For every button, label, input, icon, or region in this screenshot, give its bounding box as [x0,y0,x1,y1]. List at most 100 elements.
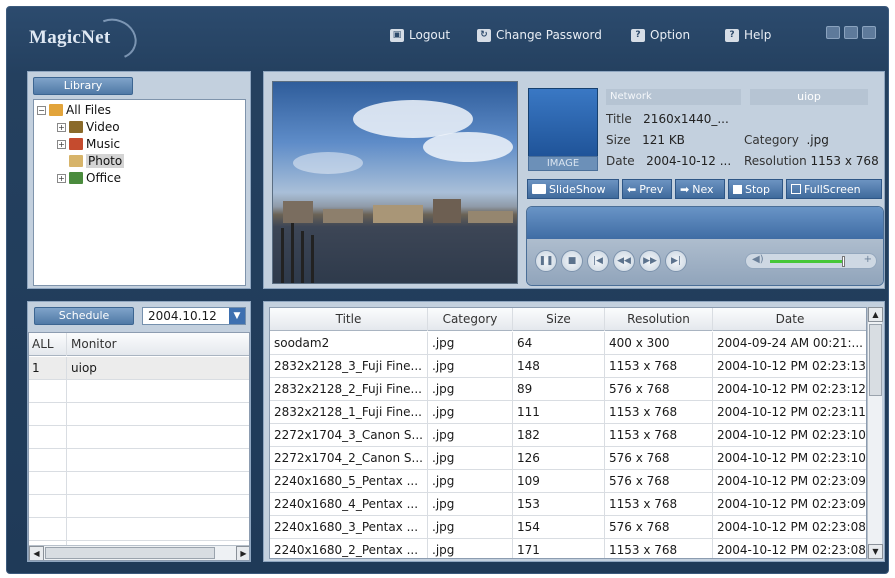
scroll-left-icon[interactable]: ◀ [29,546,44,560]
schedule-date-select[interactable]: 2004.10.12 ▼ [142,307,246,325]
scroll-down-icon[interactable]: ▼ [868,544,883,559]
file-resolution: 576 x 768 [605,470,713,493]
file-category: .jpg [428,424,513,447]
file-row[interactable]: 2272x1704_2_Canon S... .jpg 126 576 x 768 20… [270,447,866,470]
file-category: .jpg [428,493,513,516]
refresh-icon: ↻ [477,28,491,42]
scroll-thumb[interactable] [45,547,215,559]
schedule-monitor [67,380,249,403]
scroll-up-icon[interactable]: ▲ [868,307,883,322]
player-controls: ❚❚ ■ |◀ ◀◀ ▶▶ ▶| ◀) + [527,239,883,285]
skip-back-icon[interactable]: |◀ [587,250,609,272]
prev-button[interactable]: ⬅ Prev [622,179,672,199]
next-button[interactable]: ➡ Nex [675,179,725,199]
col-title[interactable]: Title [270,308,428,331]
info-resolution: Resolution 1153 x 768 [744,154,879,168]
speaker-icon: ◀) [752,254,764,265]
scroll-right-icon[interactable]: ▶ [236,546,249,560]
tree-item-music[interactable]: + Music [57,136,120,152]
schedule-no [29,472,67,495]
photo-preview[interactable] [272,81,518,284]
schedule-row[interactable] [29,403,249,426]
col-all[interactable]: ALL [29,333,67,356]
file-row[interactable]: 2240x1680_2_Pentax ... .jpg 171 1153 x 768 2… [270,539,866,558]
maximize-button[interactable] [844,26,858,39]
help-button[interactable]: ? Help [725,26,771,44]
file-row[interactable]: soodam2 .jpg 64 400 x 300 2004-09-24 AM 00:2… [270,332,866,355]
fullscreen-button[interactable]: FullScreen [786,179,882,199]
schedule-row[interactable] [29,518,249,541]
stop-button[interactable]: Stop [728,179,783,199]
file-resolution: 576 x 768 [605,447,713,470]
logout-button[interactable]: ▣ Logout [390,26,450,44]
scroll-thumb[interactable] [869,324,882,396]
arrow-left-icon: ⬅ [627,182,637,196]
schedule-hscrollbar[interactable]: ◀ ▶ [29,545,249,560]
preview-panel: IMAGE Network uiop Title 2160x1440_... S… [263,71,885,289]
close-button[interactable] [862,26,876,39]
fast-forward-icon[interactable]: ▶▶ [639,250,661,272]
tree-item-office[interactable]: + Office [57,170,121,186]
volume-slider[interactable]: ◀) + [745,253,877,269]
file-row[interactable]: 2832x2128_3_Fuji Fine... .jpg 148 1153 x 76… [270,355,866,378]
info-size: Size 121 KB [606,133,685,147]
player-display [527,207,883,239]
file-title: 2832x2128_1_Fuji Fine... [270,401,428,424]
tree-item-photo[interactable]: Photo [69,153,125,169]
file-row[interactable]: 2240x1680_4_Pentax ... .jpg 153 1153 x 768 2… [270,493,866,516]
fullscreen-label: FullScreen [804,182,861,196]
help-label: Help [744,28,772,42]
file-list-scrollbar[interactable]: ▲ ▼ [867,307,883,559]
collapse-icon[interactable]: − [37,105,46,115]
expand-icon[interactable]: + [57,139,66,149]
schedule-tab[interactable]: Schedule [34,307,134,325]
play-pause-icon[interactable]: ❚❚ [535,250,557,272]
schedule-no [29,495,67,518]
schedule-row[interactable] [29,472,249,495]
file-row[interactable]: 2272x1704_3_Canon S... .jpg 182 1153 x 768 2… [270,424,866,447]
skip-forward-icon[interactable]: ▶| [665,250,687,272]
tree-item-all-files[interactable]: − All Files [37,102,111,118]
file-date: 2004-09-24 AM 00:21:... [713,332,866,355]
date-value: 2004-10-12 ... [646,154,732,168]
schedule-row[interactable]: 1 uiop [29,357,249,380]
file-resolution: 576 x 768 [605,516,713,539]
change-password-button[interactable]: ↻ Change Password [477,26,602,44]
tree-item-video[interactable]: + Video [57,119,120,135]
option-label: Option [650,28,691,42]
network-status: Network [606,89,741,105]
file-row[interactable]: 2832x2128_2_Fuji Fine... .jpg 89 576 x 768 2… [270,378,866,401]
next-label: Nex [692,182,714,196]
file-row[interactable]: 2832x2128_1_Fuji Fine... .jpg 111 1153 x 76… [270,401,866,424]
col-size[interactable]: Size [513,308,605,331]
minimize-button[interactable] [826,26,840,39]
change-password-label: Change Password [496,28,602,42]
col-category[interactable]: Category [428,308,513,331]
schedule-date-value: 2004.10.12 [148,309,217,323]
option-button[interactable]: ? Option [631,26,690,44]
expand-icon[interactable]: + [57,173,66,183]
col-monitor[interactable]: Monitor [67,333,249,356]
library-tab[interactable]: Library [33,77,133,95]
schedule-row[interactable] [29,449,249,472]
chevron-down-icon[interactable]: ▼ [229,308,245,324]
schedule-row[interactable] [29,380,249,403]
volume-plus-icon: + [863,254,872,265]
slideshow-button[interactable]: SlideShow [527,179,619,199]
schedule-row[interactable] [29,426,249,449]
file-row[interactable]: 2240x1680_3_Pentax ... .jpg 154 576 x 768 20… [270,516,866,539]
slideshow-label: SlideShow [549,182,606,196]
file-row[interactable]: 2240x1680_5_Pentax ... .jpg 109 576 x 768 20… [270,470,866,493]
volume-knob[interactable] [842,256,845,267]
schedule-row[interactable] [29,495,249,518]
col-date[interactable]: Date [713,308,866,331]
rewind-icon[interactable]: ◀◀ [613,250,635,272]
schedule-monitor [67,426,249,449]
expand-icon[interactable]: + [57,122,66,132]
file-resolution: 400 x 300 [605,332,713,355]
schedule-panel: Schedule 2004.10.12 ▼ ALL Monitor 1 uiop ◀… [27,301,251,562]
tree-item-label: All Files [66,103,112,117]
file-date: 2004-10-12 PM 02:23:09 [713,493,866,516]
stop-circle-icon[interactable]: ■ [561,250,583,272]
col-resolution[interactable]: Resolution [605,308,713,331]
